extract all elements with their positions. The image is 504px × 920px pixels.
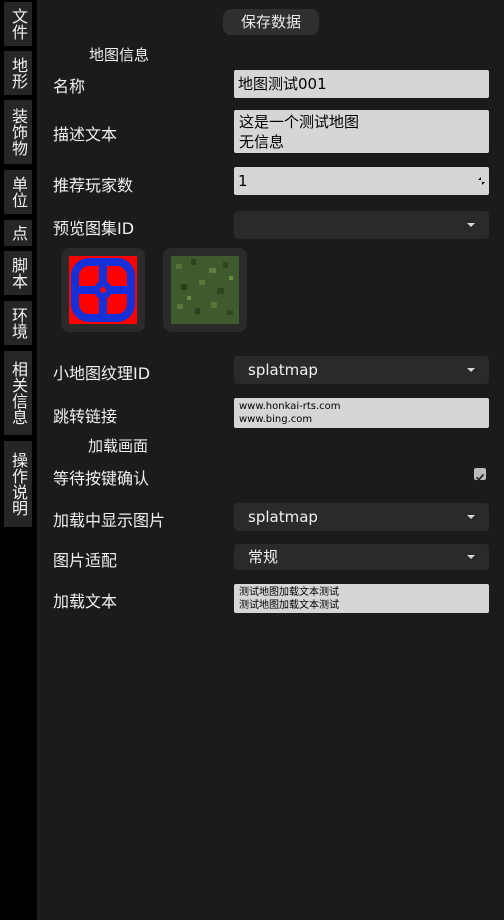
preview-atlas-label: 预览图集ID [53,219,135,238]
sidebar-tab-decoration[interactable]: 装饰物 [4,100,32,164]
save-data-button[interactable]: 保存数据 [223,9,319,35]
sidebar-tab-label: 装饰物 [9,108,28,156]
name-label: 名称 [53,77,86,96]
recommended-players-label: 推荐玩家数 [53,176,134,195]
image-fit-value: 常规 [248,548,279,566]
jump-link-label: 跳转链接 [53,407,118,426]
wait-key-checkbox[interactable] [474,468,486,481]
sidebar-tab-label: 地形 [9,57,28,89]
image-fit-label: 图片适配 [53,551,118,570]
minimap-texture-dropdown[interactable]: splatmap [234,356,489,384]
map-settings-panel: 保存数据 地图信息 名称 地图测试001 描述文本 这是一个测试地图 无信息 推… [37,0,504,920]
sidebar-tab-environment[interactable]: 环境 [4,301,32,345]
map-info-section-title: 地图信息 [89,46,150,64]
sidebar-tab-label: 相关信息 [9,361,28,425]
loading-text-textarea[interactable]: 测试地图加载文本测试 测试地图加载文本测试 [234,584,489,613]
sidebar: 文件 地形 装饰物 单位 点 脚本 环境 相关信息 操作说明 [0,0,37,920]
chevron-down-icon [467,368,475,372]
sidebar-tab-instructions[interactable]: 操作说明 [4,441,32,527]
recommended-players-value: 1 [238,172,248,190]
checkmark-icon [475,473,485,481]
sidebar-tab-label: 文件 [9,8,28,40]
minimap-preview-image [69,256,137,324]
jump-link-line: www.honkai-rts.com [239,401,341,412]
description-line: 无信息 [239,133,285,151]
sidebar-tab-terrain[interactable]: 地形 [4,51,32,95]
loading-text-line: 测试地图加载文本测试 [239,600,339,611]
sidebar-tab-related-info[interactable]: 相关信息 [4,351,32,435]
preview-atlas-dropdown[interactable] [234,211,489,239]
sidebar-tab-label: 点 [9,225,28,241]
show-image-dropdown[interactable]: splatmap [234,503,489,531]
jump-link-line: www.bing.com [239,414,313,425]
chevron-down-icon [467,555,475,559]
jump-link-textarea[interactable]: www.honkai-rts.com www.bing.com [234,398,489,428]
preview-thumbnail-minimap[interactable] [61,248,145,332]
minimap-texture-label: 小地图纹理ID [53,364,151,383]
splatmap-preview-image [171,256,239,324]
show-image-value: splatmap [248,508,318,526]
name-input[interactable]: 地图测试001 [234,70,489,98]
loading-text-label: 加载文本 [53,592,118,611]
preview-thumbnail-splatmap[interactable] [163,248,247,332]
wait-key-label: 等待按键确认 [53,469,150,488]
chevron-down-icon [467,515,475,519]
image-fit-dropdown[interactable]: 常规 [234,544,489,570]
sidebar-tab-label: 操作说明 [9,452,28,516]
sidebar-tab-label: 脚本 [9,257,28,289]
show-image-label: 加载中显示图片 [53,511,166,530]
sidebar-tab-label: 环境 [9,307,28,339]
sidebar-tab-label: 单位 [9,176,28,208]
sidebar-tab-point[interactable]: 点 [4,220,32,246]
sidebar-tab-file[interactable]: 文件 [4,2,32,46]
sidebar-tab-script[interactable]: 脚本 [4,251,32,295]
description-line: 这是一个测试地图 [239,113,360,131]
minimap-texture-value: splatmap [248,361,318,379]
recommended-players-stepper[interactable]: 1 [234,167,489,195]
loading-section-title: 加载画面 [88,437,149,455]
description-textarea[interactable]: 这是一个测试地图 无信息 [234,110,489,153]
chevron-down-icon [467,223,475,227]
sidebar-tab-unit[interactable]: 单位 [4,170,32,214]
stepper-arrows-icon[interactable] [478,177,485,185]
description-label: 描述文本 [53,125,118,144]
loading-text-line: 测试地图加载文本测试 [239,587,339,598]
